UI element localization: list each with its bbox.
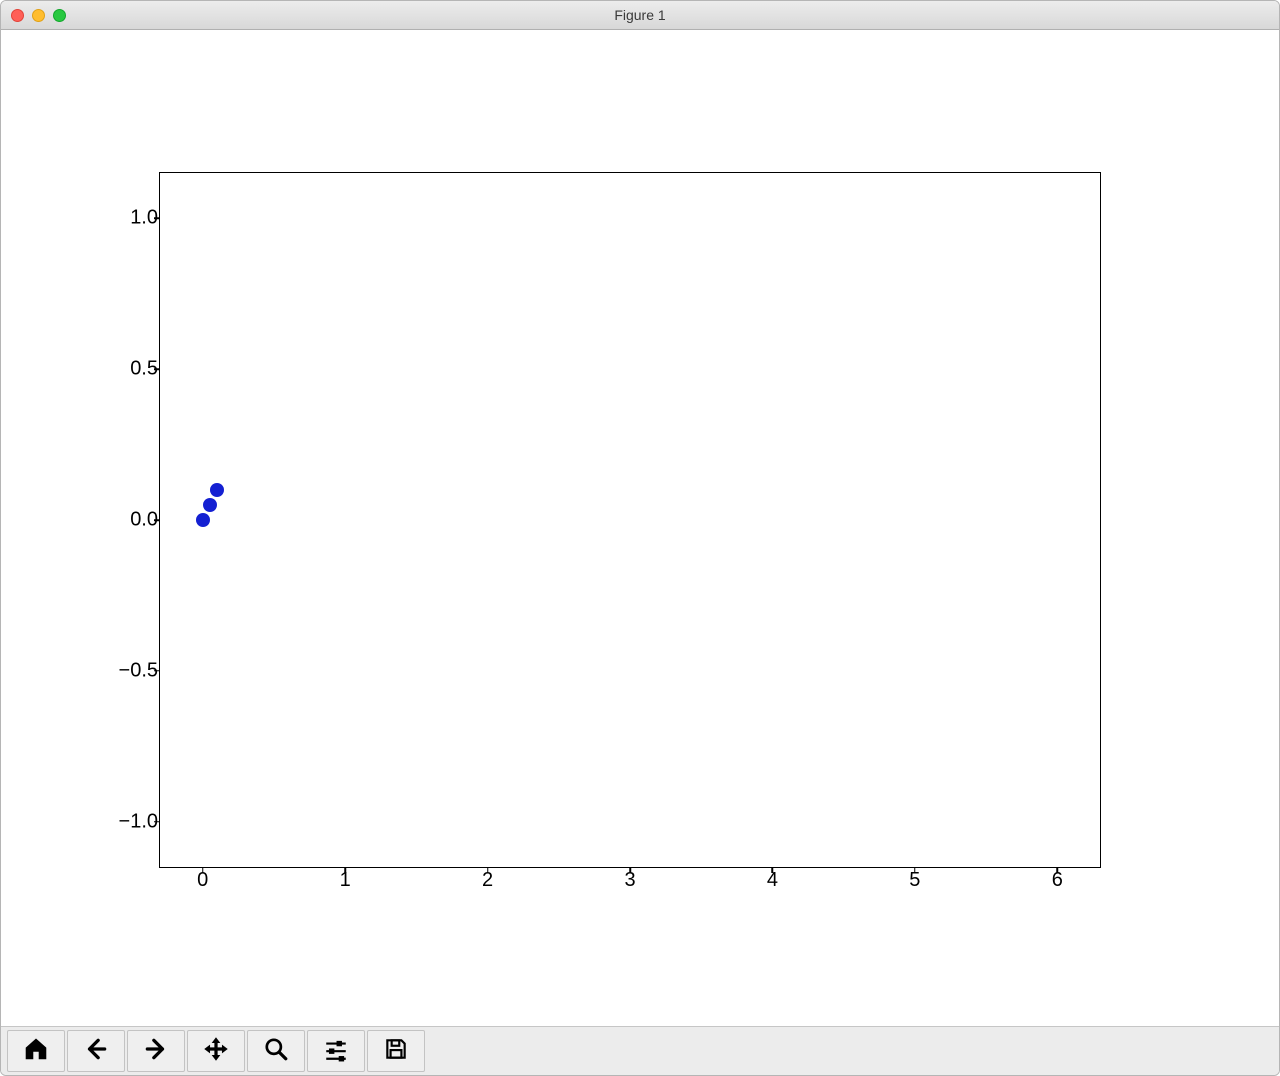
x-tick-label: 5 (909, 869, 920, 892)
figure-window: Figure 1 −1.0 −0.5 0.0 0.5 1.0 0 1 2 3 4 5 6 (0, 0, 1280, 1076)
window-title: Figure 1 (1, 7, 1279, 23)
close-window-button[interactable] (11, 9, 24, 22)
x-tick-label: 3 (624, 869, 635, 892)
home-icon (23, 1036, 49, 1067)
zoom-icon (263, 1036, 289, 1067)
pan-button[interactable] (187, 1030, 245, 1072)
x-tick-label: 4 (767, 869, 778, 892)
back-button[interactable] (67, 1030, 125, 1072)
pan-icon (203, 1036, 229, 1067)
data-point (196, 513, 210, 527)
save-button[interactable] (367, 1030, 425, 1072)
zoom-button[interactable] (247, 1030, 305, 1072)
configure-icon (323, 1036, 349, 1067)
y-tick-label: −1.0 (119, 810, 158, 833)
y-tick-label: −0.5 (119, 659, 158, 682)
x-tick-label: 0 (197, 869, 208, 892)
data-point (210, 483, 224, 497)
x-tick-label: 1 (340, 869, 351, 892)
y-tick-label: 0.0 (130, 509, 158, 532)
nav-toolbar (1, 1026, 1279, 1075)
configure-subplots-button[interactable] (307, 1030, 365, 1072)
zoom-window-button[interactable] (53, 9, 66, 22)
home-button[interactable] (7, 1030, 65, 1072)
plot-canvas[interactable]: −1.0 −0.5 0.0 0.5 1.0 0 1 2 3 4 5 6 (1, 30, 1279, 1026)
data-point (203, 498, 217, 512)
titlebar: Figure 1 (1, 1, 1279, 30)
y-tick-label: 1.0 (130, 207, 158, 230)
minimize-window-button[interactable] (32, 9, 45, 22)
x-tick-label: 6 (1052, 869, 1063, 892)
save-icon (383, 1036, 409, 1067)
traffic-lights (11, 9, 66, 22)
back-icon (83, 1036, 109, 1067)
forward-icon (143, 1036, 169, 1067)
axes-area[interactable]: −1.0−0.50.00.51.00123456 (159, 172, 1101, 868)
y-tick-label: 0.5 (130, 358, 158, 381)
x-tick-label: 2 (482, 869, 493, 892)
forward-button[interactable] (127, 1030, 185, 1072)
